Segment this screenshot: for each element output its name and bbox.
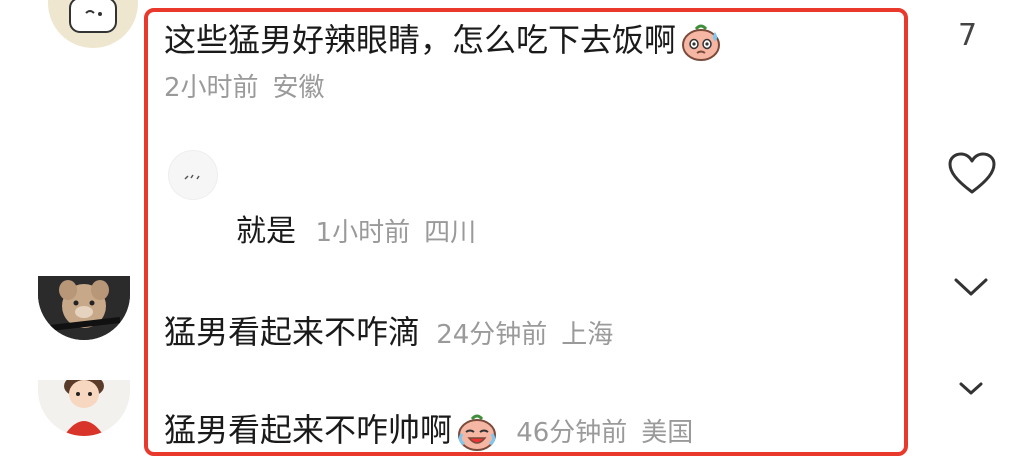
comment2-body: 猛男看起来不咋滴	[164, 313, 421, 351]
reply-time: 1小时前	[315, 218, 411, 248]
avatar-cartoon-person-icon	[38, 380, 130, 436]
comment-location: 安徽	[272, 73, 325, 103]
comment-meta: 2小时前 安徽	[164, 72, 325, 104]
comment2-location: 上海	[561, 320, 614, 350]
user-avatar[interactable]	[38, 276, 130, 340]
comment-time: 2小时前	[164, 73, 259, 103]
reply-location: 四川	[424, 218, 477, 248]
avatar-cartoon-icon	[69, 0, 117, 33]
comment2-time: 24分钟前	[436, 320, 548, 350]
reply-body: 就是	[236, 214, 296, 249]
comment3-location: 美国	[641, 418, 694, 448]
user-avatar[interactable]	[48, 0, 138, 48]
comment2-row: 猛男看起来不咋滴 24分钟前 上海	[164, 312, 613, 352]
chevron-down-small-icon[interactable]	[956, 378, 986, 400]
sweating-face-emoji-icon	[680, 22, 722, 62]
comment-body: 这些猛男好辣眼睛，怎么吃下去饭啊	[164, 21, 677, 59]
heart-outline-icon[interactable]	[944, 148, 1000, 198]
reply-row: 就是 1小时前 四川	[236, 214, 476, 250]
comment3-time: 46分钟前	[516, 418, 628, 448]
like-count: 7	[958, 18, 978, 53]
comment3-row: 猛男看起来不咋帅啊 46分钟前 美国	[164, 410, 693, 452]
chevron-down-icon[interactable]	[950, 272, 992, 302]
comment3-body: 猛男看起来不咋帅啊	[164, 411, 453, 449]
comment-text: 这些猛男好辣眼睛，怎么吃下去饭啊	[164, 20, 722, 62]
comment-thread: 这些猛男好辣眼睛，怎么吃下去饭啊 2小时前 安徽 7 就是 1小时前 四川 猛男看起…	[0, 0, 1024, 463]
avatar-plush-bear-icon	[38, 276, 130, 340]
user-avatar[interactable]	[38, 380, 130, 436]
crying-laughing-emoji-icon	[456, 412, 498, 452]
